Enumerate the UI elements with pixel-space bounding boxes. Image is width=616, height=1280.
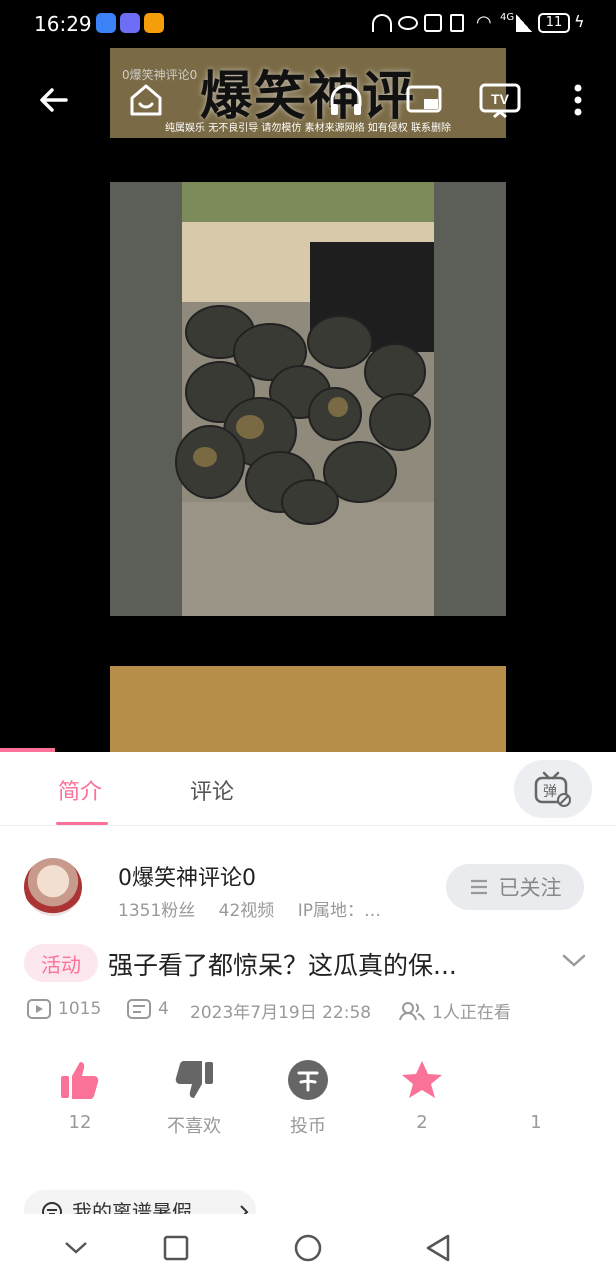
- share-icon: [486, 1052, 586, 1108]
- uploader-section: 0爆笑神评论0 1351粉丝 42视频 IP属地：… 已关注: [0, 826, 616, 946]
- back-arrow-icon: [40, 88, 68, 112]
- audio-mode-button[interactable]: [322, 76, 370, 124]
- nav-home-icon[interactable]: [292, 1232, 324, 1264]
- picture-in-picture-button[interactable]: [400, 76, 448, 124]
- tab-active-indicator: [56, 822, 108, 825]
- danmaku-count: 4: [158, 999, 169, 1019]
- charging-icon: ϟ: [574, 12, 585, 31]
- viewers-icon: [399, 1001, 425, 1020]
- cast-tv-button[interactable]: TV: [476, 76, 524, 124]
- view-count: 1015: [58, 999, 102, 1019]
- eye-status-icon: [398, 16, 418, 30]
- views-meta: 1015: [26, 998, 101, 1020]
- thumbs-up-icon: [61, 1062, 99, 1099]
- uploader-stats: 1351粉丝 42视频 IP属地：…: [118, 896, 381, 921]
- watching-count: 1人正在看: [432, 1003, 511, 1023]
- svg-text:TV: TV: [491, 91, 510, 107]
- nfc-status-icon: [424, 14, 442, 32]
- nav-collapse-icon[interactable]: [62, 1236, 90, 1258]
- signal-strength-icon: [516, 14, 532, 32]
- coin-button[interactable]: 投币: [258, 1052, 358, 1138]
- headphones-icon: [330, 84, 362, 115]
- danmaku-count-icon: [127, 999, 151, 1019]
- status-bar: 16:29 ◠ 4G 11 ϟ: [0, 0, 616, 48]
- music-notification-icon: [120, 13, 140, 33]
- tab-comments[interactable]: 评论: [190, 774, 234, 806]
- dislike-label: 不喜欢: [167, 1116, 221, 1137]
- like-button[interactable]: 12: [30, 1052, 130, 1133]
- dislike-button[interactable]: 不喜欢: [144, 1052, 244, 1138]
- home-icon: [130, 84, 162, 116]
- publish-date: 2023年7月19日 22:58: [190, 1003, 372, 1023]
- back-button[interactable]: [30, 76, 78, 124]
- video-player[interactable]: 0爆笑神评论0 爆笑神评 纯属娱乐 无不良引导 请勿模仿 素材来源网络 如有侵权…: [0, 0, 616, 752]
- tab-intro[interactable]: 简介: [58, 774, 102, 806]
- favorite-button[interactable]: 2: [372, 1052, 472, 1133]
- home-button[interactable]: [122, 76, 170, 124]
- star-icon: [402, 1061, 442, 1098]
- video-frame-bottom: [110, 666, 506, 752]
- tab-bar: 简介 评论 弹: [0, 752, 616, 826]
- share-button[interactable]: 1: [486, 1052, 586, 1133]
- uploader-fans: 1351粉丝: [118, 901, 196, 921]
- more-vertical-icon: [574, 84, 582, 116]
- video-frame-main: [110, 182, 506, 616]
- action-bar: 12 不喜欢 投币 2 1: [0, 1052, 616, 1152]
- favorite-count: 2: [416, 1112, 428, 1133]
- uploader-avatar[interactable]: [24, 858, 82, 916]
- video-notification-icon: [144, 13, 164, 33]
- pip-icon: [406, 85, 442, 113]
- followed-button[interactable]: 已关注: [446, 864, 584, 910]
- video-thumbnail-image: [110, 182, 506, 616]
- watching-meta: 1人正在看: [398, 998, 511, 1023]
- tv-icon: TV: [479, 83, 521, 119]
- danmaku-meta: 4: [126, 998, 169, 1020]
- thumbs-down-icon: [175, 1061, 213, 1098]
- coin-icon: [288, 1060, 328, 1100]
- play-count-icon: [27, 999, 51, 1019]
- uploader-ip: IP属地：…: [297, 901, 381, 921]
- share-count: 1: [530, 1112, 542, 1133]
- app-notification-icon: [96, 13, 116, 33]
- video-meta-row: 1015 4 2023年7月19日 22:58 1人正在看: [0, 992, 616, 1032]
- nav-back-icon[interactable]: [424, 1232, 452, 1264]
- more-options-button[interactable]: [554, 76, 602, 124]
- activity-badge[interactable]: 活动: [24, 944, 98, 982]
- menu-lines-icon: [470, 879, 487, 895]
- chevron-down-icon[interactable]: [560, 946, 588, 974]
- vibrate-status-icon: [450, 14, 464, 32]
- danmaku-toggle-button[interactable]: 弹: [514, 760, 592, 818]
- uploader-videos: 42视频: [218, 901, 275, 921]
- nav-recents-icon[interactable]: [162, 1234, 190, 1262]
- system-nav-bar: [0, 1214, 616, 1280]
- wifi-status-icon: ◠: [476, 12, 492, 33]
- network-type: 4G: [500, 12, 515, 23]
- video-title-row: 活动 强子看了都惊呆？这瓜真的保...: [0, 936, 616, 992]
- like-count: 12: [68, 1112, 92, 1133]
- followed-label: 已关注: [498, 876, 562, 900]
- headset-status-icon: [372, 14, 392, 32]
- status-time: 16:29: [34, 12, 92, 36]
- uploader-name[interactable]: 0爆笑神评论0: [118, 860, 256, 892]
- video-title[interactable]: 强子看了都惊呆？这瓜真的保...: [108, 946, 538, 982]
- battery-level: 11: [538, 13, 570, 33]
- coin-label: 投币: [290, 1116, 326, 1137]
- danmaku-off-icon: 弹: [534, 771, 571, 807]
- danmaku-icon-text: 弹: [543, 784, 557, 800]
